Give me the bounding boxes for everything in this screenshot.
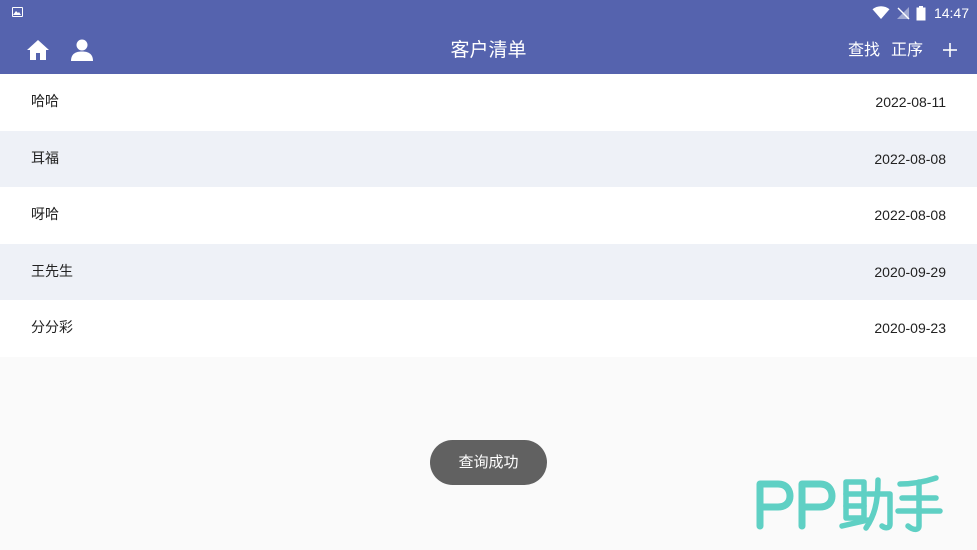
screen: 14:47 客户清单 查找 正序 哈哈 2022-08-11 耳福 2022-0… (0, 0, 977, 550)
customer-name: 哈哈 (31, 94, 59, 110)
customer-list: 哈哈 2022-08-11 耳福 2022-08-08 呀哈 2022-08-0… (0, 74, 977, 357)
customer-date: 2022-08-11 (875, 94, 946, 110)
user-icon[interactable] (70, 38, 94, 62)
customer-name: 耳福 (31, 150, 59, 167)
home-icon[interactable] (26, 38, 50, 62)
no-signal-icon (896, 7, 910, 20)
image-notification-icon (12, 7, 23, 17)
status-icons: 14:47 (872, 0, 969, 26)
customer-name: 王先生 (31, 263, 73, 280)
customer-row[interactable]: 王先生 2020-09-29 (0, 243, 977, 300)
sort-order-button[interactable]: 正序 (891, 26, 923, 74)
page-title: 客户清单 (450, 39, 527, 61)
customer-date: 2022-08-08 (874, 207, 946, 223)
search-button[interactable]: 查找 (848, 26, 880, 74)
customer-row[interactable]: 耳福 2022-08-08 (0, 130, 977, 187)
customer-date: 2020-09-29 (874, 263, 946, 280)
add-icon[interactable] (940, 40, 960, 60)
customer-name: 分分彩 (31, 320, 73, 336)
customer-row[interactable]: 哈哈 2022-08-11 (0, 74, 977, 131)
wifi-icon (872, 6, 890, 19)
app-bar: 客户清单 查找 正序 (0, 26, 977, 74)
customer-row[interactable]: 呀哈 2022-08-08 (0, 187, 977, 244)
pp-assistant-watermark-logo (756, 475, 943, 533)
customer-date: 2020-09-23 (874, 320, 946, 336)
toast-message: 查询成功 (430, 440, 547, 485)
customer-row[interactable]: 分分彩 2020-09-23 (0, 300, 977, 357)
customer-date: 2022-08-08 (874, 150, 946, 167)
customer-name: 呀哈 (31, 207, 59, 223)
status-bar: 14:47 (0, 0, 977, 26)
battery-icon (916, 5, 926, 20)
status-time: 14:47 (933, 5, 969, 21)
